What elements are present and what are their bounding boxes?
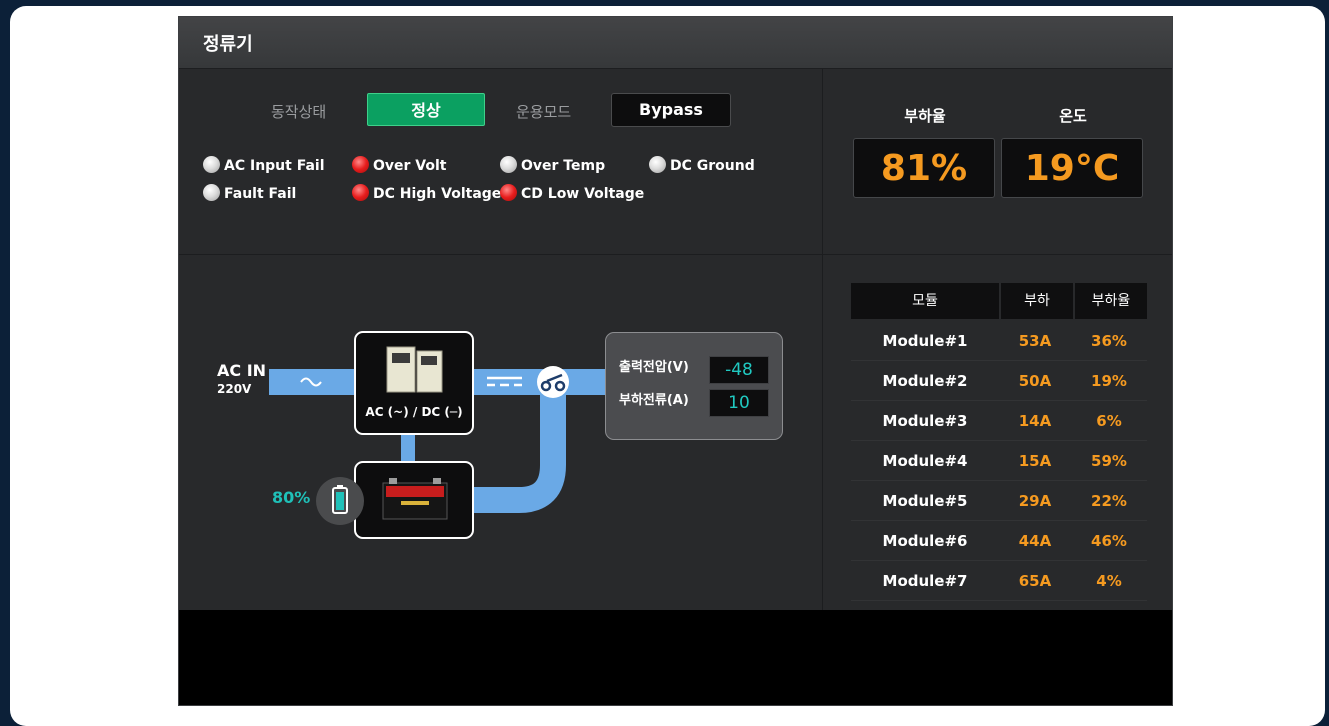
table-row: Module#5 29A 22% [851, 481, 1147, 521]
mode-label: 운용모드 [516, 103, 572, 121]
status-light-icon [500, 184, 517, 201]
table-row: Module#1 53A 36% [851, 321, 1147, 361]
header-load: 부하 [1001, 283, 1073, 319]
modules-table-body[interactable]: Module#1 53A 36% Module#2 50A 19% Module#3 14… [851, 321, 1147, 611]
ac-input-pipe [269, 369, 359, 395]
module-rate: 4% [1096, 571, 1122, 590]
header-load-rate: 부하율 [1075, 283, 1147, 319]
alarm-fault-fail: Fault Fail [203, 184, 296, 202]
load-current-label: 부하전류(A) [619, 393, 689, 408]
op-state-label: 동작상태 [271, 103, 327, 121]
temperature-label: 온도 [1059, 107, 1087, 125]
alarm-label: DC Ground [670, 158, 755, 174]
module-load: 44A [1018, 531, 1052, 550]
module-name: Module#7 [882, 571, 968, 590]
breaker-switch-icon [537, 366, 569, 398]
modules-table-header: 모듈 부하 부하율 [851, 283, 1147, 319]
op-state-badge: 정상 [367, 93, 485, 126]
alarm-ac-input-fail: AC Input Fail [203, 156, 325, 174]
alarm-over-temp: Over Temp [500, 156, 605, 174]
module-name: Module#4 [882, 451, 968, 470]
status-light-icon [500, 156, 517, 173]
panel-title-bar: 정류기 [179, 17, 1172, 69]
module-rate: 6% [1096, 411, 1122, 430]
alarm-label: Fault Fail [224, 186, 297, 202]
table-row: Module#4 15A 59% [851, 441, 1147, 481]
module-name: Module#1 [882, 331, 968, 350]
alarm-label: CD Low Voltage [521, 186, 645, 202]
status-light-icon [203, 156, 220, 173]
modules-section: 모듈 부하 부하율 Module#1 53A 36% Module#2 50A 19% … [823, 255, 1172, 610]
header-module: 모듈 [851, 283, 999, 319]
temperature-display: 19°C [1001, 138, 1143, 198]
rectifier-battery-pipe [401, 434, 415, 463]
alarm-over-volt: Over Volt [352, 156, 446, 174]
gauges-section: 부하율 온도 81% 19°C [823, 69, 1172, 255]
module-rate: 36% [1091, 331, 1127, 350]
module-load: 65A [1018, 571, 1052, 590]
alarm-label: AC Input Fail [224, 158, 325, 174]
rectifier-cabinet-icon [386, 346, 443, 393]
output-voltage-label: 출력전압(V) [619, 360, 689, 375]
ac-in-voltage: 220V [217, 382, 252, 396]
alarm-label: Over Volt [373, 158, 447, 174]
status-light-icon [649, 156, 666, 173]
table-row: Module#7 65A 4% [851, 561, 1147, 601]
battery-percent: 80% [272, 488, 311, 507]
status-light-icon [203, 184, 220, 201]
panel-title: 정류기 [203, 34, 253, 55]
module-load: 53A [1018, 331, 1052, 350]
alarm-cd-low-voltage: CD Low Voltage [500, 184, 644, 202]
module-rate: 22% [1091, 491, 1127, 510]
module-name: Module#5 [882, 491, 968, 510]
module-load: 14A [1018, 411, 1052, 430]
load-current-value: 10 [709, 389, 769, 417]
module-name: Module#2 [882, 371, 968, 390]
rectifier-label: AC (~) / DC (─) [365, 405, 463, 419]
module-load: 15A [1018, 451, 1052, 470]
module-name: Module#6 [882, 531, 968, 550]
modules-table: 모듈 부하 부하율 Module#1 53A 36% Module#2 50A 19% … [851, 283, 1147, 601]
bottom-panel [179, 610, 1172, 705]
module-name: Module#3 [882, 411, 968, 430]
load-rate-display: 81% [853, 138, 995, 198]
car-battery-icon [382, 478, 448, 520]
battery-return-pipe [472, 395, 566, 513]
alarm-label: DC High Voltage [373, 186, 502, 202]
mode-badge[interactable]: Bypass [611, 93, 731, 127]
module-rate: 46% [1091, 531, 1127, 550]
table-row: Module#6 44A 46% [851, 521, 1147, 561]
output-voltage-value: -48 [709, 356, 769, 384]
alarm-dc-ground: DC Ground [649, 156, 755, 174]
alarm-dc-high-voltage: DC High Voltage [352, 184, 501, 202]
load-rate-label: 부하율 [904, 107, 946, 125]
power-flow-diagram: AC IN 220V AC (~) / DC (─) 80% 출력전압(V) -… [179, 255, 823, 610]
module-load: 50A [1018, 371, 1052, 390]
module-rate: 19% [1091, 371, 1127, 390]
table-row: Module#2 50A 19% [851, 361, 1147, 401]
status-light-icon [352, 156, 369, 173]
ac-input-label: AC IN 220V [217, 361, 266, 396]
status-light-icon [352, 184, 369, 201]
alarm-label: Over Temp [521, 158, 606, 174]
status-section: 동작상태 정상 운용모드 Bypass AC Input Fail Over V… [179, 69, 823, 255]
output-info-box: 출력전압(V) -48 부하전류(A) 10 [605, 332, 783, 440]
module-load: 29A [1018, 491, 1052, 510]
table-row: Module#3 14A 6% [851, 401, 1147, 441]
rectifier-panel: 정류기 동작상태 정상 운용모드 Bypass AC Input Fail Ov… [178, 16, 1173, 706]
module-rate: 59% [1091, 451, 1127, 470]
ac-in-title: AC IN [217, 361, 267, 380]
